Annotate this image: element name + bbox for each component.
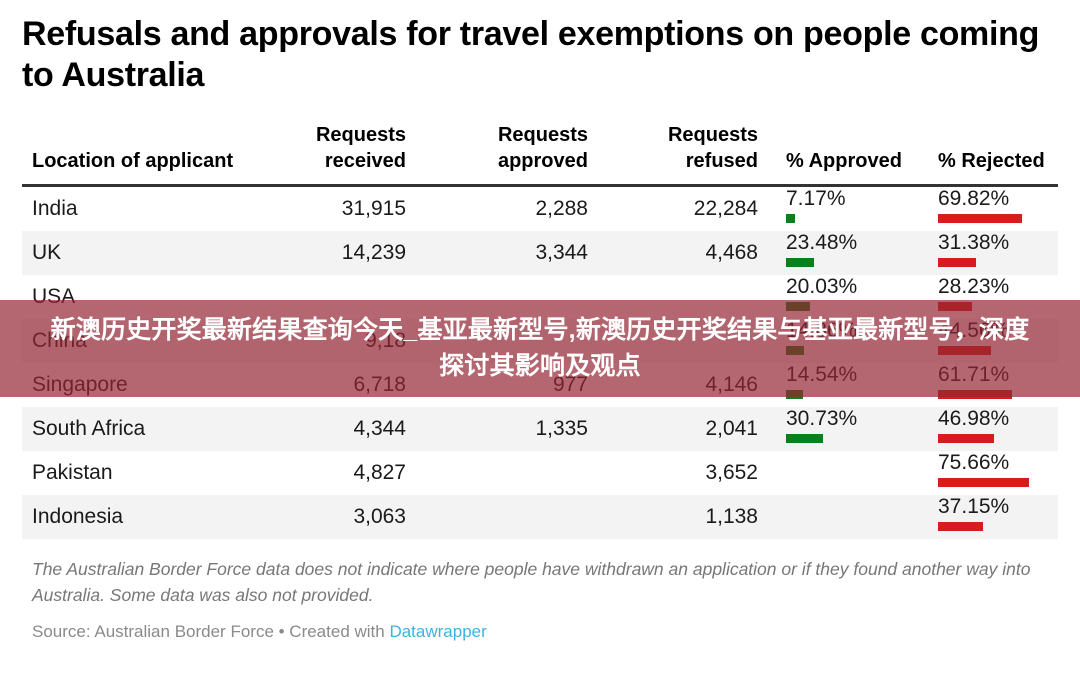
cell-pct-rejected: 37.15% [924,495,1058,539]
cell-pct-rejected-bar [938,478,1029,488]
cell-pct-approved: 30.73% [772,407,924,451]
cell-pct-approved-value: 20.03% [786,275,858,299]
column-header-received[interactable]: Requests received [240,122,420,188]
cell-refused: 1,138 [705,505,758,529]
cell-pct-rejected: 31.38% [924,231,1058,275]
cell-pct-rejected: 75.66% [924,451,1058,495]
cell-pct-rejected-value: 37.15% [938,495,1010,519]
cell-received: 14,239 [341,241,406,265]
cell-pct-rejected: 46.98% [924,407,1058,451]
cell-pct-approved-value: 23.48% [786,231,858,255]
cell-pct-approved-value: 30.73% [786,407,858,431]
cell-pct-rejected-value: 75.66% [938,451,1010,475]
cell-pct-rejected-value: 31.38% [938,231,1010,255]
cell-pct-approved [772,451,924,495]
cell-pct-approved [772,495,924,539]
chart-source: Source: Australian Border Force • Create… [22,622,1058,642]
chart-footnote: The Australian Border Force data does no… [32,559,1031,605]
datawrapper-link[interactable]: Datawrapper [389,622,486,641]
cell-approved: 2,288 [535,197,588,221]
cell-pct-rejected-bar [938,214,1022,224]
cell-received: 31,915 [341,197,406,221]
cell-pct-rejected-bar [938,258,976,268]
cell-received: 4,344 [353,417,406,441]
cell-pct-approved-bar [786,434,823,444]
column-header-refused[interactable]: Requests refused [602,122,772,188]
overlay-banner: 新澳历史开奖最新结果查询今天_基亚最新型号,新澳历史开奖结果与基亚最新型号，深度… [0,300,1080,397]
cell-location: India [32,197,78,221]
cell-approved [420,495,602,539]
source-prefix: Source: Australian Border Force • Create… [32,621,390,641]
cell-refused: 2,041 [705,417,758,441]
table-header-row: Location of applicant Requests received … [22,122,1058,188]
cell-pct-approved-bar [786,214,795,224]
cell-pct-approved-bar [786,258,815,268]
table-header: Location of applicant Requests received … [22,122,1058,188]
cell-pct-rejected-bar [938,522,983,532]
cell-location: UK [32,241,62,265]
cell-refused: 22,284 [693,197,758,221]
cell-refused: 4,468 [705,241,758,265]
page-title: Refusals and approvals for travel exempt… [22,15,1040,95]
cell-location: South Africa [32,417,146,441]
cell-pct-rejected-value: 28.23% [938,275,1010,299]
column-header-pct-approved[interactable]: % Approved [772,122,924,188]
table-row: South Africa 4,344 1,335 2,041 30.73% 46.98% [22,407,1058,452]
cell-pct-rejected-bar [938,434,995,444]
overlay-banner-text: 新澳历史开奖最新结果查询今天_基亚最新型号,新澳历史开奖结果与基亚最新型号，深度… [50,316,1030,380]
column-header-location[interactable]: Location of applicant [22,122,240,188]
cell-refused: 3,652 [705,461,758,485]
cell-pct-approved-value: 7.17% [786,187,846,211]
table-row: Pakistan 4,827 3,652 75.66% [22,451,1058,495]
cell-approved: 1,335 [535,417,588,441]
column-header-approved[interactable]: Requests approved [420,122,602,188]
cell-pct-approved: 7.17% [772,186,924,232]
cell-location: Pakistan [32,461,113,485]
table-row: India 31,915 2,288 22,284 7.17% 69.82% [22,186,1058,232]
cell-pct-rejected-value: 69.82% [938,187,1010,211]
cell-location: Indonesia [32,505,124,529]
cell-received: 3,063 [353,505,406,529]
cell-pct-approved: 23.48% [772,231,924,275]
column-header-pct-rejected[interactable]: % Rejected [924,122,1058,188]
cell-pct-rejected-value: 46.98% [938,407,1010,431]
cell-pct-rejected: 69.82% [924,186,1058,232]
cell-approved [420,451,602,495]
cell-received: 4,827 [353,461,406,485]
cell-approved: 3,344 [535,241,588,265]
table-row: Indonesia 3,063 1,138 37.15% [22,495,1058,540]
table-row: UK 14,239 3,344 4,468 23.48% 31.38% [22,231,1058,276]
